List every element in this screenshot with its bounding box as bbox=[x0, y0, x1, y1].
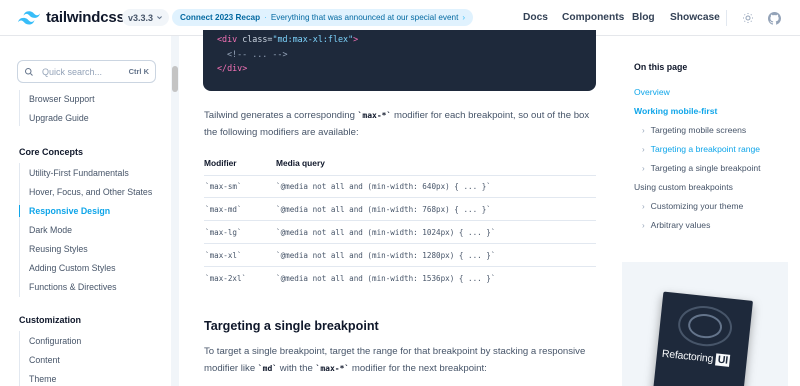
tailwind-logo-icon bbox=[18, 10, 40, 24]
toc-item-customizing-theme[interactable]: › Customizing your theme bbox=[642, 201, 743, 211]
sidebar-heading-core-concepts: Core Concepts bbox=[19, 147, 84, 157]
table-cell: `max-lg` bbox=[205, 228, 242, 237]
table-cell: `max-sm` bbox=[205, 182, 242, 191]
sidebar-item-browser-support[interactable]: Browser Support bbox=[29, 94, 95, 104]
toc-title: On this page bbox=[634, 62, 688, 72]
table-header-modifier: Modifier bbox=[204, 158, 237, 168]
chevron-right-icon: › bbox=[642, 145, 645, 154]
announcement-pill[interactable]: Connect 2023 Recap · Everything that was… bbox=[172, 9, 474, 26]
sidebar-scrollbar-thumb[interactable] bbox=[172, 66, 178, 92]
announcement-title: Connect 2023 Recap bbox=[180, 13, 261, 22]
sidebar-item-reusing-styles[interactable]: Reusing Styles bbox=[29, 244, 88, 254]
sidebar-item-theme[interactable]: Theme bbox=[29, 374, 56, 384]
table-divider bbox=[204, 266, 596, 267]
table-cell: `@media not all and (min-width: 1024px) … bbox=[276, 228, 496, 237]
toc-item-working-mobile-first[interactable]: Working mobile-first bbox=[634, 106, 717, 116]
table-divider bbox=[204, 197, 596, 198]
code-line: <div class="md:max-xl:flex"> bbox=[217, 34, 359, 44]
inline-code: `max-*` bbox=[315, 364, 350, 373]
code-comment: <!-- ... --> bbox=[227, 49, 288, 59]
code-line: </div> bbox=[217, 63, 248, 73]
header-divider bbox=[726, 10, 727, 26]
table-cell: `@media not all and (min-width: 768px) {… bbox=[276, 205, 491, 214]
table-cell: `@media not all and (min-width: 640px) {… bbox=[276, 182, 491, 191]
sidebar-rail bbox=[19, 331, 20, 386]
sidebar-item-responsive-design[interactable]: Responsive Design bbox=[29, 206, 110, 216]
search-icon bbox=[25, 67, 33, 76]
table-divider bbox=[204, 220, 596, 221]
toc-item-targeting-single[interactable]: › Targeting a single breakpoint bbox=[642, 163, 761, 173]
table-cell: `@media not all and (min-width: 1536px) … bbox=[276, 274, 496, 283]
sidebar-item-functions-directives[interactable]: Functions & Directives bbox=[29, 282, 117, 292]
toc-item-overview[interactable]: Overview bbox=[634, 87, 670, 97]
nav-showcase[interactable]: Showcase bbox=[670, 12, 720, 23]
version-selector[interactable]: v3.3.3 bbox=[122, 9, 170, 26]
book-cover-image[interactable]: Refactoring UI bbox=[653, 291, 753, 386]
paragraph: Tailwind generates a corresponding `max-… bbox=[204, 110, 590, 138]
chevron-right-icon: › bbox=[462, 13, 466, 22]
search-placeholder: Quick search... bbox=[42, 66, 103, 77]
code-block: <div class="md:max-xl:flex"> <!-- ... --… bbox=[203, 30, 596, 91]
table-divider bbox=[204, 243, 596, 244]
book-title: Refactoring UI bbox=[661, 347, 731, 367]
logo[interactable]: tailwindcss bbox=[18, 9, 125, 26]
inline-code: `md` bbox=[257, 364, 278, 373]
toc-item-custom-breakpoints[interactable]: Using custom breakpoints bbox=[634, 182, 733, 192]
chevron-right-icon: › bbox=[642, 202, 645, 211]
toc-item-arbitrary-values[interactable]: › Arbitrary values bbox=[642, 220, 710, 230]
active-indicator bbox=[19, 205, 20, 217]
search-shortcut: Ctrl K bbox=[128, 67, 149, 76]
version-label: v3.3.3 bbox=[128, 12, 154, 23]
chevron-right-icon: › bbox=[642, 126, 645, 135]
nav-blog[interactable]: Blog bbox=[632, 12, 655, 23]
table-divider bbox=[204, 175, 596, 176]
toc-item-targeting-range[interactable]: › Targeting a breakpoint range bbox=[642, 144, 760, 154]
sidebar-heading-customization: Customization bbox=[19, 315, 81, 325]
table-cell: `@media not all and (min-width: 1280px) … bbox=[276, 251, 496, 260]
nav-components[interactable]: Components bbox=[562, 12, 624, 23]
table-cell: `max-md` bbox=[205, 205, 242, 214]
inline-code: `max-*` bbox=[357, 111, 392, 120]
nav-docs[interactable]: Docs bbox=[523, 12, 548, 23]
table-cell: `max-2xl` bbox=[205, 274, 247, 283]
chevron-right-icon: › bbox=[642, 164, 645, 173]
table-header-media-query: Media query bbox=[276, 158, 325, 168]
sidebar-rail bbox=[19, 163, 20, 297]
theme-toggle-sun-icon[interactable] bbox=[741, 11, 755, 25]
sidebar-item-upgrade-guide[interactable]: Upgrade Guide bbox=[29, 113, 89, 123]
logo-text: tailwindcss bbox=[46, 9, 125, 26]
chevron-down-icon bbox=[157, 16, 163, 20]
sidebar-item-content[interactable]: Content bbox=[29, 355, 60, 365]
chevron-right-icon: › bbox=[642, 221, 645, 230]
search-button[interactable]: Quick search... Ctrl K bbox=[17, 60, 156, 83]
sidebar-item-configuration[interactable]: Configuration bbox=[29, 336, 81, 346]
paragraph: To target a single breakpoint, target th… bbox=[204, 346, 586, 374]
table-cell: `max-xl` bbox=[205, 251, 242, 260]
sidebar-item-utility-first[interactable]: Utility-First Fundamentals bbox=[29, 168, 129, 178]
section-heading: Targeting a single breakpoint bbox=[204, 319, 379, 333]
github-icon[interactable] bbox=[767, 11, 781, 25]
sidebar-item-adding-custom-styles[interactable]: Adding Custom Styles bbox=[29, 263, 116, 273]
announcement-separator: · bbox=[264, 13, 267, 22]
sidebar-item-dark-mode[interactable]: Dark Mode bbox=[29, 225, 72, 235]
sidebar-item-hover-focus[interactable]: Hover, Focus, and Other States bbox=[29, 187, 152, 197]
sidebar-rail bbox=[19, 90, 20, 126]
announcement-text: Everything that was announced at our spe… bbox=[270, 13, 459, 22]
toc-item-targeting-mobile[interactable]: › Targeting mobile screens bbox=[642, 125, 746, 135]
